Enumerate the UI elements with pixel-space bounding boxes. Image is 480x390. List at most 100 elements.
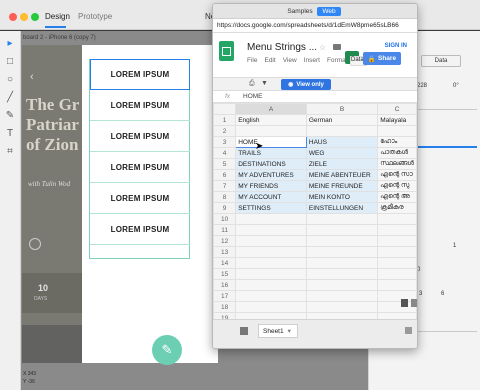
column-header-b[interactable]: B <box>305 103 379 115</box>
cell-a[interactable] <box>235 290 307 302</box>
menu-item[interactable]: LOREM IPSUM <box>90 214 190 245</box>
spreadsheet-grid[interactable]: A B C 1 English German Malayala 2 3 HOME HAUS ഹോ… <box>213 103 417 324</box>
sheet-row[interactable]: 11 <box>213 224 417 236</box>
sheet-row[interactable]: 2 <box>213 125 417 137</box>
inspector-value[interactable]: 6 <box>441 291 444 297</box>
menu-item[interactable]: LOREM IPSUM <box>90 183 190 214</box>
row-header[interactable]: 14 <box>213 257 237 269</box>
row-header[interactable]: 15 <box>213 268 237 280</box>
cell-c[interactable]: സ്ഥലങ്ങൾ <box>377 158 417 170</box>
cell-a[interactable]: TRAILS <box>235 147 307 159</box>
cell-b[interactable] <box>305 125 379 137</box>
sheet-row[interactable]: 10 <box>213 213 417 225</box>
scroll-arrow-icon[interactable] <box>401 299 408 307</box>
cell-a[interactable]: MY ACCOUNT <box>235 191 307 203</box>
sheet-row[interactable]: 7 MY FRIENDS MEINE FREUNDE എന്റെ സു <box>213 180 417 192</box>
cell-c[interactable] <box>377 257 417 269</box>
cell-a[interactable] <box>235 268 307 280</box>
menu-insert[interactable]: Insert <box>304 57 320 64</box>
row-header[interactable]: 3 <box>213 136 237 148</box>
sheet-list-icon[interactable] <box>240 327 248 335</box>
rectangle-tool-icon[interactable]: □ <box>4 55 16 67</box>
sheet-row[interactable]: 18 <box>213 301 417 313</box>
sheet-row[interactable]: 14 <box>213 257 417 269</box>
cell-b[interactable]: EINSTELLUNGEN <box>305 202 379 214</box>
cell-b[interactable] <box>305 290 379 302</box>
row-header[interactable]: 8 <box>213 191 237 203</box>
cell-b[interactable]: German <box>305 114 379 126</box>
column-header-a[interactable]: A <box>235 103 307 115</box>
minimize-window-button[interactable] <box>20 13 28 21</box>
cell-b[interactable]: ZIELE <box>305 158 379 170</box>
row-header[interactable]: 5 <box>213 158 237 170</box>
sheet-row[interactable]: 3 HOME HAUS ഹോം <box>213 136 417 148</box>
cell-a[interactable] <box>235 279 307 291</box>
text-tool-icon[interactable]: T <box>4 127 16 139</box>
cell-c[interactable]: എന്റെ സു <box>377 180 417 192</box>
close-window-button[interactable] <box>9 13 17 21</box>
menu-item[interactable]: LOREM IPSUM <box>90 152 190 183</box>
cell-b[interactable] <box>305 268 379 280</box>
cell-c[interactable] <box>377 224 417 236</box>
cell-c[interactable] <box>377 213 417 225</box>
formula-bar[interactable]: fx HOME <box>213 91 417 103</box>
inspector-value[interactable]: 1 <box>453 243 456 249</box>
cell-a[interactable]: MY ADVENTURES <box>235 169 307 181</box>
menu-item[interactable]: LOREM IPSUM <box>90 59 190 90</box>
cell-b[interactable]: MEIN KONTO <box>305 191 379 203</box>
row-header[interactable]: 4 <box>213 147 237 159</box>
cell-c[interactable] <box>377 279 417 291</box>
sheet-row[interactable]: 1 English German Malayala <box>213 114 417 126</box>
star-icon[interactable]: ☆ <box>319 43 326 52</box>
samples-segment[interactable]: Samples <box>285 7 315 16</box>
cell-c[interactable] <box>377 125 417 137</box>
print-icon[interactable]: ⎙ <box>249 80 255 88</box>
row-header[interactable]: 9 <box>213 202 237 214</box>
sheet-row[interactable]: 17 <box>213 290 417 302</box>
sheet-row[interactable]: 13 <box>213 246 417 258</box>
cell-a[interactable] <box>235 125 307 137</box>
corner-cell[interactable] <box>213 103 237 115</box>
cell-b[interactable]: MEINE FREUNDE <box>305 180 379 192</box>
artboard-label[interactable]: board 2 - iPhone 6 (copy 7) <box>23 35 96 41</box>
tab-design[interactable]: Design <box>45 12 70 21</box>
cell-c[interactable] <box>377 268 417 280</box>
tab-prototype[interactable]: Prototype <box>78 12 112 21</box>
cell-a[interactable] <box>235 235 307 247</box>
artboard[interactable]: ‹ The Gr Patriar of Zion with Tulin Wod … <box>22 45 218 365</box>
row-header[interactable]: 11 <box>213 224 237 236</box>
sheet-row[interactable]: 5 DESTINATIONS ZIELE സ്ഥലങ്ങൾ <box>213 158 417 170</box>
cell-c[interactable] <box>377 235 417 247</box>
row-header[interactable]: 16 <box>213 279 237 291</box>
cell-b[interactable] <box>305 279 379 291</box>
cell-a[interactable]: DESTINATIONS <box>235 158 307 170</box>
menu-view[interactable]: View <box>283 57 297 64</box>
cell-b[interactable] <box>305 301 379 313</box>
menu-edit[interactable]: Edit <box>264 57 275 64</box>
sheets-logo-icon[interactable] <box>219 41 234 61</box>
cell-a[interactable]: MY FRIENDS <box>235 180 307 192</box>
cell-b[interactable]: WEG <box>305 147 379 159</box>
cell-b[interactable] <box>305 246 379 258</box>
cell-c[interactable]: പാതകൾ <box>377 147 417 159</box>
cell-b[interactable]: MEINE ABENTEUER <box>305 169 379 181</box>
sheet-row[interactable]: 16 <box>213 279 417 291</box>
sheet-row[interactable]: 8 MY ACCOUNT MEIN KONTO എന്റെ അ <box>213 191 417 203</box>
menu-file[interactable]: File <box>247 57 257 64</box>
cell-c[interactable]: എന്റെ സാ <box>377 169 417 181</box>
share-button[interactable]: 🔒 Share <box>363 52 401 65</box>
data-plugin-button[interactable]: Data <box>421 55 461 67</box>
sheet-row[interactable]: 6 MY ADVENTURES MEINE ABENTEUER എന്റെ സാ <box>213 169 417 181</box>
sheet-row[interactable]: 12 <box>213 235 417 247</box>
cell-c[interactable]: Malayala <box>377 114 417 126</box>
formula-value[interactable]: HOME <box>243 93 263 100</box>
cell-c[interactable] <box>377 246 417 258</box>
filter-icon[interactable]: ▼ <box>261 80 268 87</box>
view-only-button[interactable]: ◉ View only <box>281 79 331 90</box>
spreadsheet-title[interactable]: Menu Strings ... <box>247 42 317 53</box>
scroll-arrow-icon[interactable] <box>411 299 417 307</box>
row-header[interactable]: 18 <box>213 301 237 313</box>
zoom-window-button[interactable] <box>31 13 39 21</box>
rotation-value[interactable]: 0° <box>453 83 459 89</box>
folder-icon[interactable] <box>333 44 341 50</box>
